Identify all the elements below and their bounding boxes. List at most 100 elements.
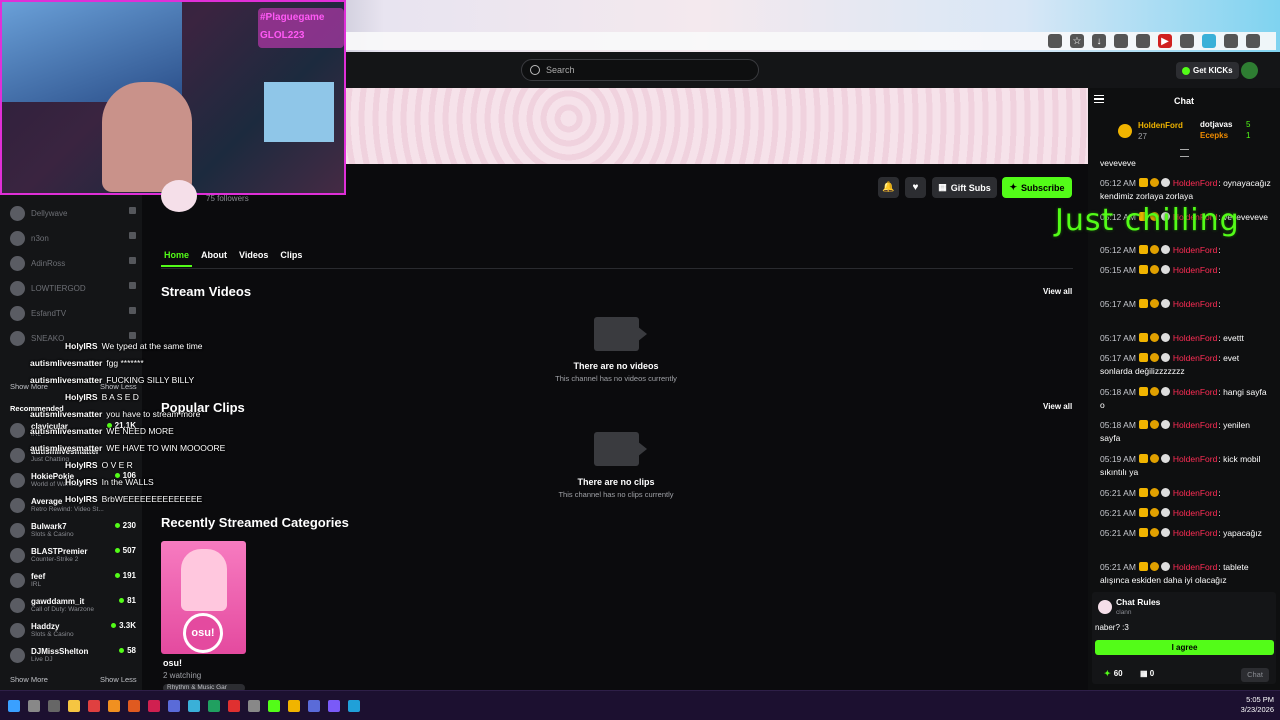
app-icon[interactable] (348, 700, 360, 712)
overlay-chat-user: HolyIRS (65, 341, 98, 351)
crown-badge-icon (1138, 488, 1148, 497)
app-icon[interactable] (228, 700, 240, 712)
channel-name: Bulwark7 (31, 521, 67, 531)
category-card-osu[interactable]: osu! (161, 541, 246, 654)
gift-icon: ▦ (938, 182, 947, 192)
sidebar-offline-channel[interactable]: Dellywave (10, 203, 136, 223)
screenshot-icon[interactable] (1048, 34, 1062, 48)
notification-button[interactable]: 🔔 (878, 177, 899, 198)
gift-subs-button[interactable]: ▦ Gift Subs (932, 177, 997, 198)
chat-send-button[interactable]: Chat (1241, 668, 1269, 682)
tab-videos[interactable]: Videos (236, 245, 271, 267)
chat-username[interactable]: HoldenFord (1173, 420, 1217, 430)
gifter-badge-icon (1149, 508, 1159, 517)
extension-icon[interactable] (1180, 34, 1194, 48)
app-icon[interactable] (188, 700, 200, 712)
chat-message: 05:19 AM HoldenFord: kick mobil sıkıntılı… (1100, 453, 1272, 478)
sub-badge-icon (1160, 353, 1170, 362)
search-input[interactable]: Search (521, 59, 759, 81)
browser-icon[interactable] (128, 700, 140, 712)
chat-username[interactable]: HoldenFord (1173, 245, 1217, 255)
sidebar-channel[interactable]: Bulwark7 Slots & Casino 230 (10, 520, 136, 540)
chat-username[interactable]: HoldenFord (1173, 528, 1217, 538)
download-icon[interactable]: ↓ (1092, 34, 1106, 48)
gift-counter[interactable]: ▦ 0 (1140, 669, 1154, 678)
sidebar-channel[interactable]: feef IRL 191 (10, 570, 136, 590)
follow-button[interactable]: ♥ (905, 177, 926, 198)
agree-button[interactable]: I agree (1095, 640, 1274, 655)
chat-username[interactable]: HoldenFord (1173, 488, 1217, 498)
view-all-clips-link[interactable]: View all (1043, 402, 1072, 411)
pinned-toggle-icon[interactable] (1180, 149, 1189, 157)
tab-clips[interactable]: Clips (277, 245, 305, 267)
app-icon[interactable] (328, 700, 340, 712)
sidebar-channel[interactable]: Haddzy Slots & Casino 3.3K (10, 620, 136, 640)
file-explorer-icon[interactable] (68, 700, 80, 712)
chat-username[interactable]: HoldenFord (1173, 353, 1217, 363)
chat-username[interactable]: HoldenFord (1173, 265, 1217, 275)
sidebar-channel[interactable]: BLASTPremier Counter-Strike 2 507 (10, 545, 136, 565)
app-icon[interactable] (268, 700, 280, 712)
avatar (10, 572, 25, 588)
chat-username[interactable]: HoldenFord (1173, 562, 1217, 572)
chat-username[interactable]: HoldenFord (1173, 333, 1217, 343)
view-all-videos-link[interactable]: View all (1043, 287, 1072, 296)
extension-icon[interactable] (1202, 34, 1216, 48)
extension-icon[interactable] (1114, 34, 1128, 48)
camera-icon[interactable] (1224, 34, 1238, 48)
app-icon[interactable] (248, 700, 260, 712)
chat-username[interactable]: HoldenFord (1173, 387, 1217, 397)
bookmark-star-icon[interactable]: ☆ (1070, 34, 1084, 48)
avatar (10, 647, 25, 663)
chat-username[interactable]: HoldenFord (1173, 178, 1217, 188)
app-icon[interactable] (288, 700, 300, 712)
second-gifter-name[interactable]: dotjavas (1200, 120, 1232, 129)
tab-home[interactable]: Home (161, 245, 193, 267)
category-name[interactable]: osu! (163, 658, 182, 668)
sidebar-offline-channel[interactable]: AdinRoss (10, 253, 136, 273)
puzzle-icon[interactable] (1136, 34, 1150, 48)
sidebar-offline-channel[interactable]: LOWTIERGOD (10, 278, 136, 298)
subscribe-button[interactable]: ✦ Subscribe (1002, 177, 1072, 198)
channel-points[interactable]: ✦ 60 (1104, 669, 1123, 678)
app-icon[interactable] (308, 700, 320, 712)
chat-username[interactable]: HoldenFord (1173, 299, 1217, 309)
crown-badge-icon (1138, 299, 1148, 308)
user-avatar[interactable] (1241, 62, 1258, 79)
chat-message: 05:21 AM HoldenFord: yapacağız (1100, 527, 1272, 540)
crown-badge-icon (1138, 454, 1148, 463)
sidebar-offline-channel[interactable]: n3on (10, 228, 136, 248)
search-icon[interactable] (28, 700, 40, 712)
chat-username[interactable]: HoldenFord (1173, 454, 1217, 464)
sidebar-offline-channel[interactable]: EsfandTV (10, 303, 136, 323)
channel-avatar[interactable] (161, 180, 197, 212)
top-gifter-name[interactable]: HoldenFord (1138, 121, 1183, 130)
system-clock[interactable]: 5:05 PM 3/23/2026 (1241, 695, 1274, 715)
app-icon[interactable] (148, 700, 160, 712)
tab-about[interactable]: About (198, 245, 230, 267)
chat-time: 05:12 AM (1100, 245, 1136, 255)
windows-start-icon[interactable] (8, 700, 20, 712)
record-icon[interactable]: ▶ (1158, 34, 1172, 48)
third-gifter-name[interactable]: Ecepks (1200, 131, 1228, 140)
crown-badge-icon (1138, 333, 1148, 342)
show-more-link[interactable]: Show More (10, 675, 48, 684)
chat-username[interactable]: HoldenFord (1173, 508, 1217, 518)
app-icon[interactable] (88, 700, 100, 712)
taskview-icon[interactable] (48, 700, 60, 712)
app-icon[interactable] (108, 700, 120, 712)
get-kicks-button[interactable]: Get KICKs (1176, 62, 1239, 79)
overlay-chat-user: autismlivesmatter (30, 443, 103, 453)
sidebar-channel[interactable]: gawddamm_it Call of Duty: Warzone 81 (10, 595, 136, 615)
show-less-link[interactable]: Show Less (100, 675, 137, 684)
sidebar-channel[interactable]: DJMissShelton Live DJ 58 (10, 645, 136, 665)
sidebar-toggle-icon[interactable] (1246, 34, 1260, 48)
star-icon: ✦ (1009, 182, 1018, 192)
channel-category: Counter-Strike 2 (31, 555, 79, 563)
channel-name: feef (31, 571, 46, 581)
app-icon[interactable] (208, 700, 220, 712)
chat-time: 05:17 AM (1100, 353, 1136, 363)
app-icon[interactable] (168, 700, 180, 712)
channel-category: IRL (31, 580, 42, 588)
get-kicks-label: Get KICKs (1193, 66, 1233, 75)
